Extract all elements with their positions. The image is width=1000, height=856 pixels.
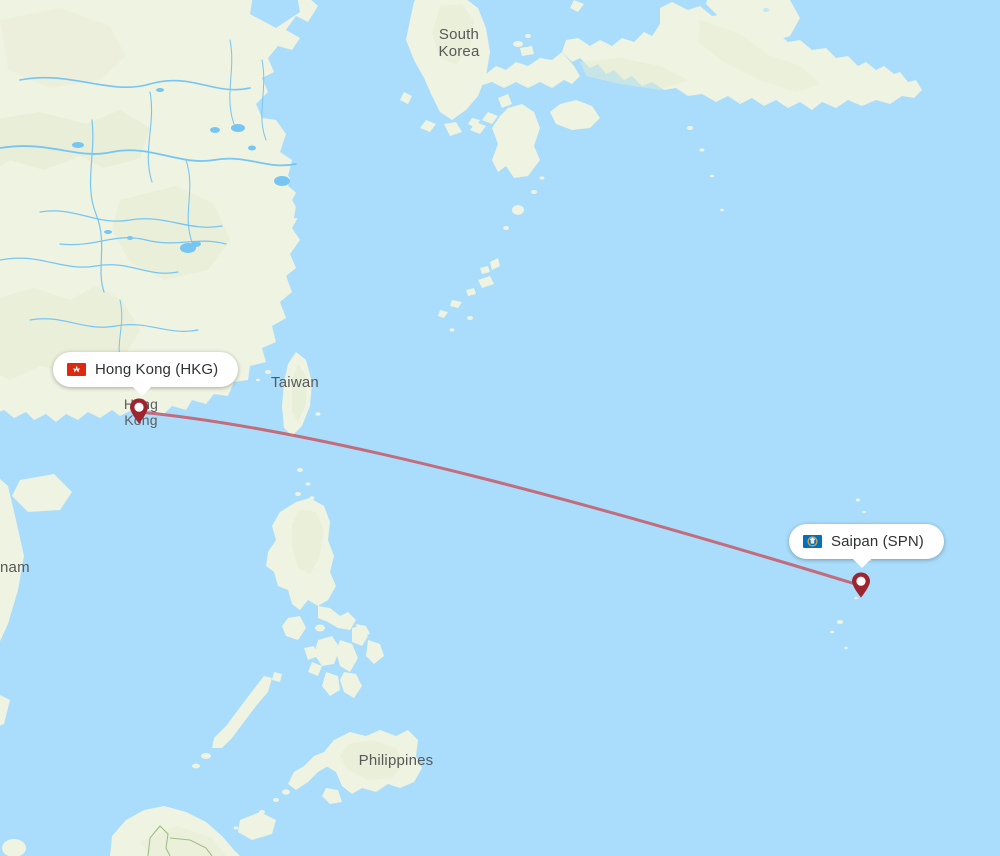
airport-callout-hkg[interactable]: Hong Kong (HKG) [53, 352, 239, 396]
airport-label-hkg: Hong Kong (HKG) [95, 361, 219, 378]
hong-kong-flag [67, 363, 86, 376]
map-pin-spn[interactable] [851, 572, 871, 598]
airport-callout-spn[interactable]: Saipan (SPN) [789, 524, 944, 568]
callout-tail-spn [851, 557, 873, 568]
northern-mariana-islands-flag [803, 535, 822, 548]
callout-tail-hkg [131, 385, 153, 396]
map-pin-hkg[interactable] [129, 398, 149, 424]
map-canvas [0, 0, 1000, 856]
flight-route-map[interactable]: South Korea Taiwan Philippines nam Hong … [0, 0, 1000, 856]
airport-label-spn: Saipan (SPN) [831, 533, 924, 550]
